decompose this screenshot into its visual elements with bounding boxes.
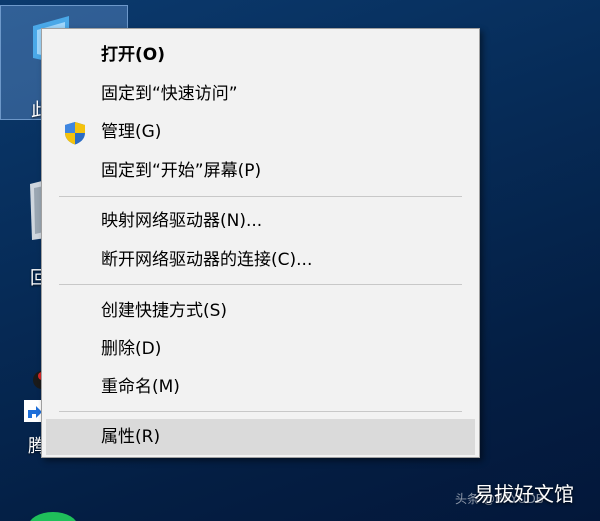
watermark: 易拔好文馆 [474,482,574,506]
uac-shield-icon [65,122,85,145]
menu-item-rename[interactable]: 重命名(M) [46,369,475,405]
menu-item-disconnect-network-drive[interactable]: 断开网络驱动器的连接(C)... [46,242,475,278]
taskbar-app-icon[interactable] [28,512,78,521]
menu-item-delete[interactable]: 删除(D) [46,331,475,367]
menu-item-manage-label: 管理(G) [101,122,162,142]
menu-item-pin-start[interactable]: 固定到“开始”屏幕(P) [46,153,475,189]
menu-separator [59,284,462,285]
context-menu: 打开(O) 固定到“快速访问” 管理(G) 固定到“开始”屏幕(P) 映射网络驱… [41,28,480,458]
menu-separator [59,196,462,197]
menu-item-map-network-drive[interactable]: 映射网络驱动器(N)... [46,203,475,239]
menu-item-create-shortcut[interactable]: 创建快捷方式(S) [46,293,475,329]
desktop: 此 回 腾 打开(O) 固定到“快速访问” 管理(G) 固定到“开始”屏幕(P) [0,0,600,521]
menu-item-pin-quick-access[interactable]: 固定到“快速访问” [46,76,475,112]
menu-item-manage[interactable]: 管理(G) [46,114,475,150]
menu-item-open[interactable]: 打开(O) [46,37,475,73]
menu-separator [59,411,462,412]
menu-item-properties[interactable]: 属性(R) [46,419,475,455]
